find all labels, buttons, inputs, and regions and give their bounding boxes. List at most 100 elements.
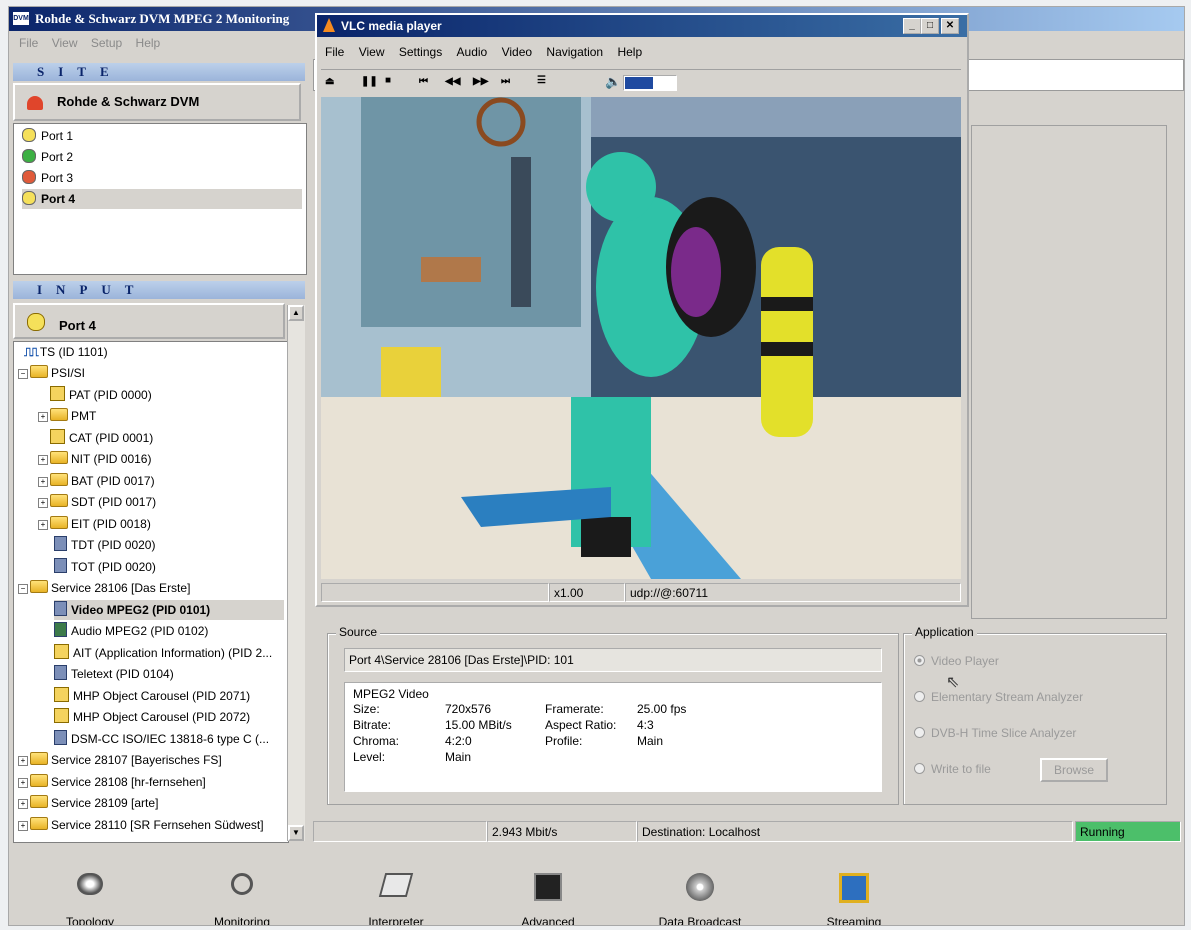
radio-icon [914,691,925,702]
eject-icon[interactable]: ⏏ [325,76,334,87]
tree-pat[interactable]: PAT (PID 0000) [50,385,152,405]
radio-icon [914,763,925,774]
volume-slider[interactable] [623,75,677,91]
expand-icon[interactable]: + [38,477,48,487]
video-display[interactable] [321,97,961,579]
tree-psisi[interactable]: − PSI/SI [18,363,85,383]
table-icon [54,644,69,659]
menu-view[interactable]: View [52,33,78,53]
browse-button[interactable]: Browse [1040,758,1108,782]
tree-nit[interactable]: + NIT (PID 0016) [38,449,151,469]
tree-eit[interactable]: + EIT (PID 0018) [38,514,151,534]
scroll-up-icon[interactable]: ▲ [288,305,304,321]
tree-ait[interactable]: AIT (Application Information) (PID 2... [54,643,272,663]
input-scrollbar[interactable]: ▲ ▼ [287,305,305,841]
expand-icon[interactable]: + [18,778,28,788]
monitoring-icon [225,873,259,907]
status-empty [313,821,487,842]
site-port-2[interactable]: Port 2 [22,147,73,167]
tree-service-28108[interactable]: + Service 28108 [hr-fernsehen] [18,772,206,792]
vlc-cone-icon [323,18,335,32]
site-port-1[interactable]: Port 1 [22,126,73,146]
teletext-icon [54,665,67,680]
site-port-3[interactable]: Port 3 [22,168,73,188]
input-port-name: Port 4 [59,318,96,333]
tree-video-mpeg2[interactable]: Video MPEG2 (PID 0101) [54,600,284,620]
close-button[interactable]: ✕ [941,18,959,34]
table-icon [50,429,65,444]
radio-video-player[interactable]: Video Player [914,652,999,670]
info-profile-value: Main [637,734,664,748]
port-status-icon [22,170,36,184]
expand-icon[interactable]: + [38,412,48,422]
menu-file[interactable]: File [19,33,38,53]
vlc-menu-video[interactable]: Video [502,45,532,59]
expand-icon[interactable]: + [38,498,48,508]
site-port-4[interactable]: Port 4 [22,189,302,209]
audio-stream-icon [54,622,67,637]
skip-back-icon[interactable]: ⏮ [419,76,428,87]
topology-icon [73,873,107,907]
tree-pmt[interactable]: + PMT [38,406,96,426]
collapse-icon[interactable]: − [18,584,28,594]
vlc-menu-help[interactable]: Help [617,45,642,59]
tree-sdt[interactable]: + SDT (PID 0017) [38,492,156,512]
expand-icon[interactable]: + [18,799,28,809]
collapse-icon[interactable]: − [18,369,28,379]
maximize-button[interactable]: □ [921,18,939,34]
info-level-key: Level: [353,750,386,764]
stop-icon[interactable]: ■ [385,75,391,86]
tree-ts[interactable]: ⎍⎍ TS (ID 1101) [24,342,108,362]
tree-bat[interactable]: + BAT (PID 0017) [38,471,155,491]
input-port-bar: Port 4 [13,303,285,339]
status-running: Running [1075,821,1181,842]
status-destination: Destination: Localhost [637,821,1073,842]
application-label: Application [912,625,977,639]
vlc-menu-view[interactable]: View [359,45,385,59]
tree-cat[interactable]: CAT (PID 0001) [50,428,153,448]
fast-forward-icon[interactable]: ▶▶ [473,76,488,87]
skip-forward-icon[interactable]: ⏭ [501,76,510,87]
vlc-menu-file[interactable]: File [325,45,344,59]
source-label: Source [336,625,381,639]
folder-icon [30,365,48,378]
tree-service-28107[interactable]: + Service 28107 [Bayerisches FS] [18,750,222,770]
expand-icon[interactable]: + [18,821,28,831]
tree-audio-mpeg2[interactable]: Audio MPEG2 (PID 0102) [54,621,208,641]
expand-icon[interactable]: + [38,520,48,530]
bottom-toolbar: Topology Monitoring Interpreter Advanced… [9,845,1184,925]
tree-dsmcc[interactable]: DSM-CC ISO/IEC 13818-6 type C (... [54,729,269,749]
streaming-icon [837,873,871,907]
playlist-icon[interactable]: ☰ [537,75,546,86]
radio-elementary-stream-analyzer[interactable]: Elementary Stream Analyzer [914,688,1083,706]
minimize-button[interactable]: _ [903,18,921,34]
vlc-window: VLC media player _ □ ✕ File View Setting… [315,13,969,607]
scroll-down-icon[interactable]: ▼ [288,825,304,841]
info-bitrate-value: 15.00 MBit/s [445,718,512,732]
tree-mhp-2072[interactable]: MHP Object Carousel (PID 2072) [54,707,250,727]
site-user-icon [27,96,43,110]
vlc-url: udp://@:60711 [625,583,961,602]
tree-service-28109[interactable]: + Service 28109 [arte] [18,793,158,813]
info-framerate-key: Framerate: [545,702,604,716]
speaker-icon[interactable]: 🔈 [605,74,621,90]
rewind-icon[interactable]: ◀◀ [445,76,460,87]
expand-icon[interactable]: + [38,455,48,465]
vlc-menu-audio[interactable]: Audio [457,45,488,59]
tree-teletext[interactable]: Teletext (PID 0104) [54,664,174,684]
pause-icon[interactable]: ❚❚ [361,76,378,87]
expand-icon[interactable]: + [18,756,28,766]
vlc-menu-bar: File View Settings Audio Video Navigatio… [325,45,653,59]
radio-write-to-file[interactable]: Write to file [914,760,991,778]
info-aspect-value: 4:3 [637,718,654,732]
tree-tdt[interactable]: TDT (PID 0020) [54,535,155,555]
menu-help[interactable]: Help [136,33,161,53]
tree-tot[interactable]: TOT (PID 0020) [54,557,156,577]
tree-service-28106[interactable]: − Service 28106 [Das Erste] [18,578,190,598]
menu-setup[interactable]: Setup [91,33,122,53]
vlc-menu-settings[interactable]: Settings [399,45,442,59]
vlc-menu-navigation[interactable]: Navigation [546,45,603,59]
tree-mhp-2071[interactable]: MHP Object Carousel (PID 2071) [54,686,250,706]
tree-service-28110[interactable]: + Service 28110 [SR Fernsehen Südwest] [18,815,264,835]
radio-dvbh-time-slice[interactable]: DVB-H Time Slice Analyzer [914,724,1076,742]
